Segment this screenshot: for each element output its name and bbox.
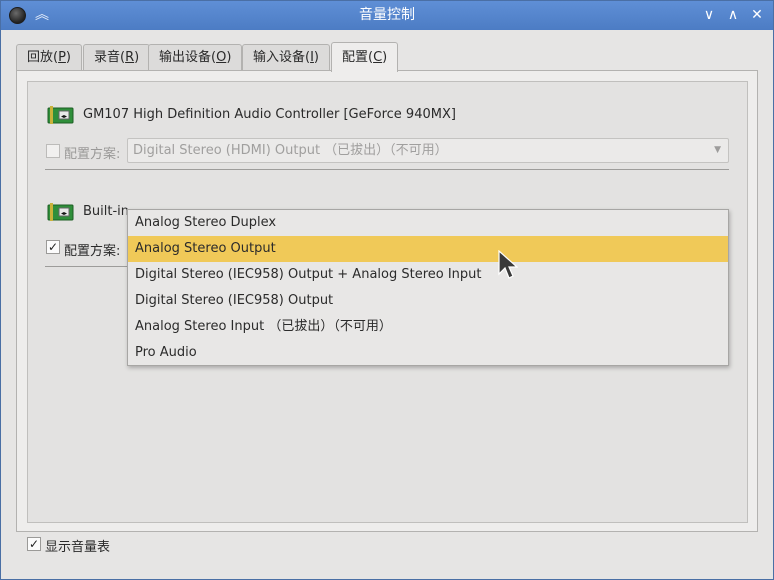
tab-label-suffix: ) [226,50,232,65]
tab-label: 录音( [94,50,126,65]
volume-control-window: ︽ 音量控制 ∨ ∧ ✕ 回放(P) 录音(R) 输出设备(O) 输入设备(I)… [0,0,774,580]
profile-label: 配置方案: [64,244,121,259]
svg-text:◂▸: ◂▸ [61,113,67,120]
profile-select-value: Digital Stereo (HDMI) Output （已拔出）（不可用） [133,143,448,158]
card-separator [45,169,729,170]
tab-playback[interactable]: 回放(P) [16,44,82,71]
tab-label: 输入设备( [253,50,311,65]
mouse-pointer-icon [498,250,518,279]
tab-label: 回放( [27,50,59,65]
show-meters-checkbox[interactable]: ✓ [27,537,41,551]
tab-label: 配置( [342,50,374,65]
tab-input-devices[interactable]: 输入设备(I) [242,44,330,71]
tab-label-suffix: ) [382,50,388,65]
card-separator [45,266,127,267]
sound-card-icon: ◂▸ [47,203,74,221]
tab-label: 输出设备( [159,50,217,65]
title-bar[interactable]: ︽ 音量控制 ∨ ∧ ✕ [1,1,773,30]
tab-label-suffix: ) [313,50,319,65]
tab-label-suffix: ) [134,50,140,65]
tab-output-devices[interactable]: 输出设备(O) [148,44,243,71]
chevron-up-icon[interactable]: ∧ [724,6,742,24]
tab-configuration[interactable]: 配置(C) [331,42,399,72]
card-enable-checkbox[interactable] [46,144,60,158]
svg-text:◂▸: ◂▸ [61,210,67,217]
tab-label-suffix: ) [65,50,71,65]
show-meters-label: 显示音量表 [45,540,111,555]
dropdown-option[interactable]: Digital Stereo (IEC958) Output [128,288,728,314]
card-name: Built-in [83,204,130,219]
close-icon[interactable]: ✕ [748,6,766,24]
tab-accelerator: O [216,50,227,65]
tab-accelerator: C [373,50,383,65]
card-name: GM107 High Definition Audio Controller [… [83,107,456,122]
dropdown-option[interactable]: Analog Stereo Duplex [128,210,728,236]
tab-accelerator: R [125,50,135,65]
dropdown-option-selected[interactable]: Analog Stereo Output [128,236,728,262]
profile-dropdown-list[interactable]: Analog Stereo Duplex Analog Stereo Outpu… [127,209,729,366]
dropdown-option[interactable]: Analog Stereo Input （已拔出）（不可用） [128,314,728,340]
profile-select[interactable]: Digital Stereo (HDMI) Output （已拔出）（不可用） … [127,138,729,163]
tab-accelerator: P [58,50,66,65]
window-title: 音量控制 [359,7,415,23]
chevron-down-icon[interactable]: ∨ [700,6,718,24]
sound-card-icon: ◂▸ [47,106,74,124]
profile-label: 配置方案: [64,147,121,162]
chevron-down-icon: ▼ [714,145,721,155]
dropdown-option[interactable]: Digital Stereo (IEC958) Output + Analog … [128,262,728,288]
card-enable-checkbox[interactable]: ✓ [46,240,60,254]
dropdown-option[interactable]: Pro Audio [128,340,728,366]
tab-recording[interactable]: 录音(R) [83,44,151,71]
